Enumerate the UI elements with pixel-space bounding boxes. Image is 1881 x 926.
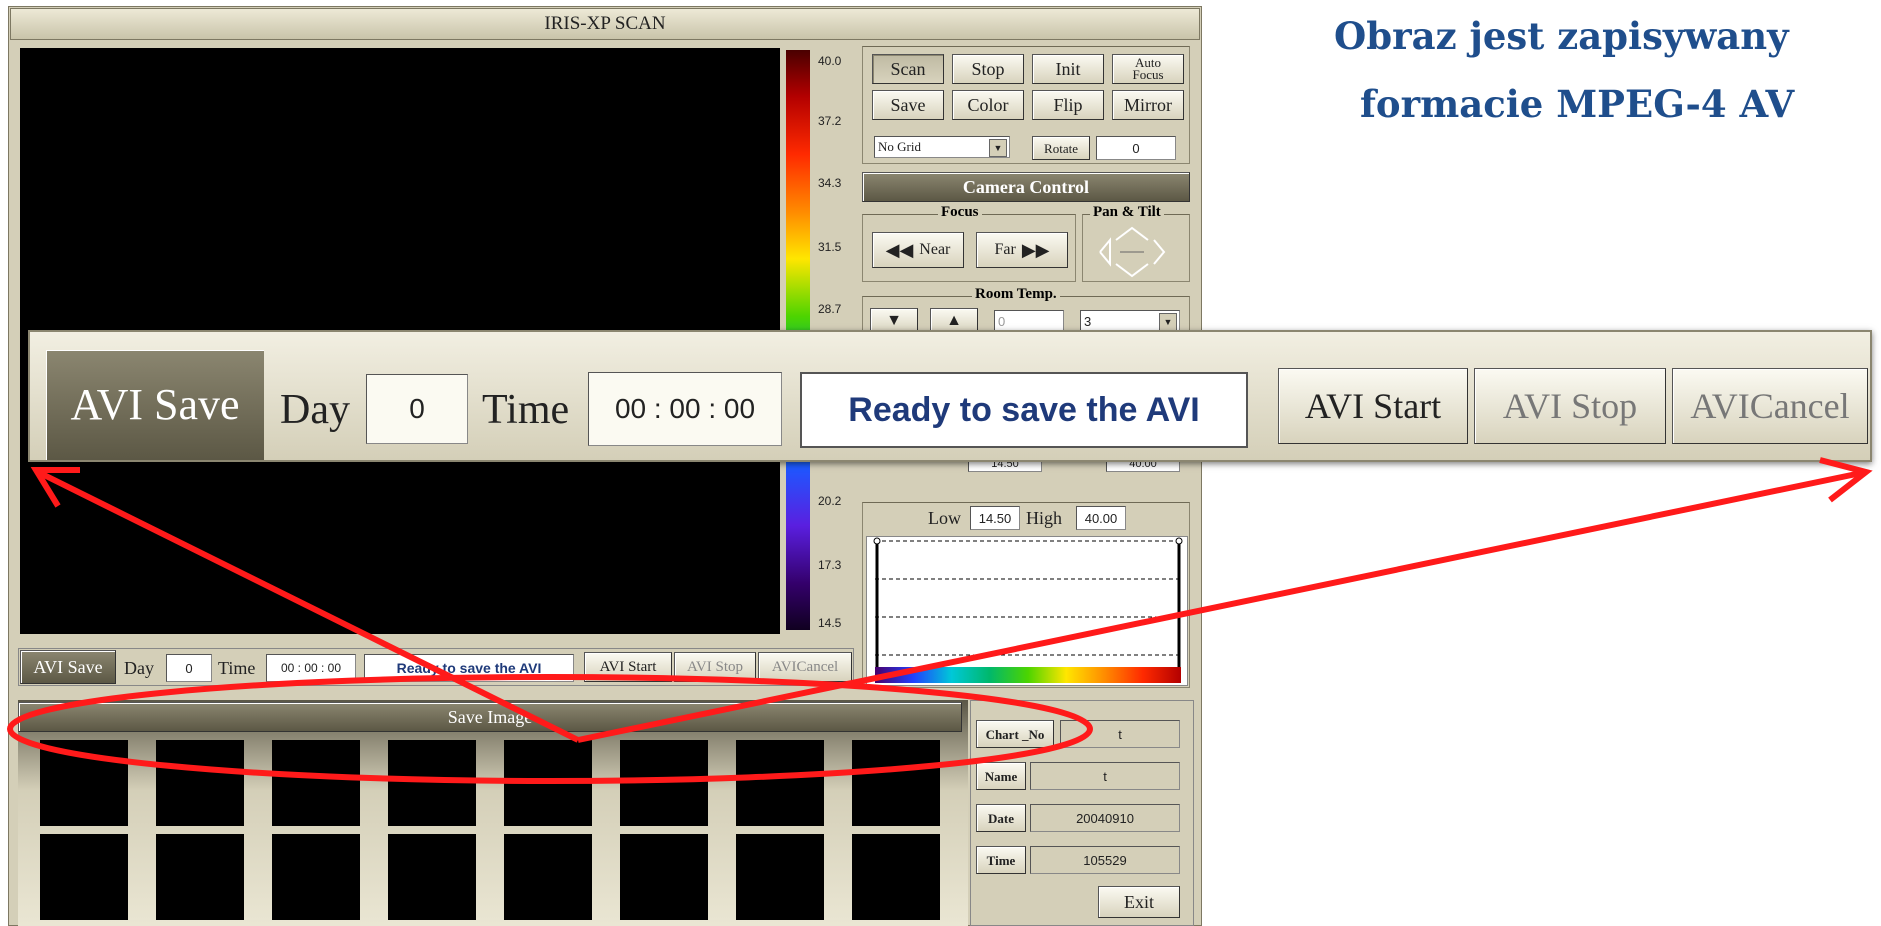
histogram-plot[interactable] — [866, 536, 1188, 686]
arrow-up-icon: ▲ — [946, 312, 962, 329]
histogram-color-gradient — [875, 667, 1181, 683]
room-select-value: 3 — [1084, 313, 1092, 329]
mirror-button[interactable]: Mirror — [1112, 90, 1184, 120]
chevron-down-icon[interactable]: ▼ — [1159, 313, 1177, 331]
date-input[interactable]: 20040910 — [1030, 804, 1180, 832]
high-input[interactable]: 40.00 — [1076, 506, 1126, 530]
save-button[interactable]: Save — [872, 90, 944, 120]
thumbnail-slot[interactable] — [504, 834, 592, 920]
avi-start-button-zoomed[interactable]: AVI Start — [1278, 368, 1468, 444]
avi-stop-button-small[interactable]: AVI Stop — [674, 652, 756, 682]
focus-near-button[interactable]: ◀◀ Near — [872, 232, 964, 268]
time-input[interactable]: 105529 — [1030, 846, 1180, 874]
focus-label: Focus — [938, 204, 982, 221]
flip-button[interactable]: Flip — [1032, 90, 1104, 120]
name-label: Name — [976, 762, 1026, 790]
color-button[interactable]: Color — [952, 90, 1024, 120]
arrowhead-right — [1819, 457, 1873, 503]
avi-stop-button-zoomed[interactable]: AVI Stop — [1474, 368, 1666, 444]
auto-focus-button[interactable]: Auto Focus — [1112, 54, 1184, 84]
fast-forward-icon: ▶▶ — [1021, 240, 1050, 260]
low-label: Low — [928, 508, 961, 528]
avi-status-zoomed: Ready to save the AVI — [800, 372, 1248, 448]
scale-tick: 40.0 — [818, 54, 842, 68]
scan-button[interactable]: Scan — [872, 54, 944, 84]
thumbnail-slot[interactable] — [40, 740, 128, 826]
time-input-small[interactable]: 00 : 00 : 00 — [266, 654, 356, 682]
thumbnail-slot[interactable] — [620, 740, 708, 826]
avi-save-label-zoomed: AVI Save — [46, 350, 264, 460]
thumbnail-slot[interactable] — [504, 740, 592, 826]
near-label: Near — [919, 241, 951, 258]
focus-far-button[interactable]: Far ▶▶ — [976, 232, 1068, 268]
thumbnail-slot[interactable] — [852, 740, 940, 826]
exit-button[interactable]: Exit — [1098, 886, 1180, 918]
arrow-down-icon: ▼ — [886, 312, 902, 329]
day-input-small[interactable]: 0 — [166, 654, 212, 682]
window-title: IRIS-XP SCAN — [10, 8, 1200, 40]
thumbnail-slot[interactable] — [388, 740, 476, 826]
rotate-input[interactable]: 0 — [1096, 136, 1176, 160]
camera-control-title: Camera Control — [862, 172, 1190, 202]
low-input[interactable]: 14.50 — [970, 506, 1020, 530]
scale-tick: 17.3 — [818, 558, 842, 572]
date-label: Date — [976, 804, 1026, 832]
scale-tick: 28.7 — [818, 302, 842, 316]
far-label: Far — [994, 241, 1016, 258]
grid-select-value: No Grid — [878, 139, 921, 154]
avi-start-button-small[interactable]: AVI Start — [584, 652, 672, 682]
thumbnail-slot[interactable] — [156, 740, 244, 826]
scale-tick: 31.5 — [818, 240, 842, 254]
avi-cancel-button-small[interactable]: AVICancel — [758, 652, 852, 682]
name-input[interactable]: t — [1030, 762, 1180, 790]
thumbnail-slot[interactable] — [272, 834, 360, 920]
save-image-title: Save Image — [18, 702, 962, 732]
chart-no-input[interactable]: t — [1060, 720, 1180, 748]
rewind-icon: ◀◀ — [885, 240, 914, 260]
room-temp-input[interactable]: 0 — [994, 310, 1064, 332]
chart-no-label: Chart _No — [976, 720, 1054, 748]
thumbnail-slot[interactable] — [736, 740, 824, 826]
thumbnail-slot[interactable] — [736, 834, 824, 920]
high-label: High — [1026, 508, 1062, 528]
day-input-zoomed[interactable]: 0 — [366, 374, 468, 444]
time-input-zoomed[interactable]: 00 : 00 : 00 — [588, 372, 782, 446]
chevron-down-icon[interactable]: ▼ — [989, 139, 1007, 157]
time-label-small: Time — [218, 658, 256, 678]
scale-tick: 14.5 — [818, 616, 842, 630]
scale-tick: 37.2 — [818, 114, 842, 128]
pan-tilt-pad[interactable] — [1090, 224, 1174, 280]
time-label-zoomed: Time — [482, 387, 570, 433]
day-label-small: Day — [124, 658, 154, 678]
avi-save-label-small: AVI Save — [20, 650, 116, 684]
day-label-zoomed: Day — [280, 387, 350, 433]
room-temp-select[interactable]: 3 ▼ — [1080, 310, 1180, 332]
thumbnail-slot[interactable] — [156, 834, 244, 920]
thumbnail-slot[interactable] — [40, 834, 128, 920]
init-button[interactable]: Init — [1032, 54, 1104, 84]
avi-cancel-button-zoomed[interactable]: AVICancel — [1672, 368, 1868, 444]
thumbnail-slot[interactable] — [620, 834, 708, 920]
scale-tick: 20.2 — [818, 494, 842, 508]
thumbnail-slot[interactable] — [388, 834, 476, 920]
thumbnail-slot[interactable] — [852, 834, 940, 920]
grid-select[interactable]: No Grid ▼ — [874, 136, 1010, 158]
room-temp-label: Room Temp. — [972, 286, 1060, 303]
slide-heading-line1: Obraz jest zapisywany — [1334, 14, 1789, 58]
pan-tilt-label: Pan & Tilt — [1090, 204, 1164, 221]
stop-button[interactable]: Stop — [952, 54, 1024, 84]
time-label: Time — [976, 846, 1026, 874]
rotate-label: Rotate — [1032, 136, 1090, 160]
slide-heading-line2: formacie MPEG-4 AV — [1360, 82, 1795, 126]
scale-tick: 34.3 — [818, 176, 842, 190]
avi-status-small: Ready to save the AVI — [364, 654, 574, 682]
thumbnail-slot[interactable] — [272, 740, 360, 826]
